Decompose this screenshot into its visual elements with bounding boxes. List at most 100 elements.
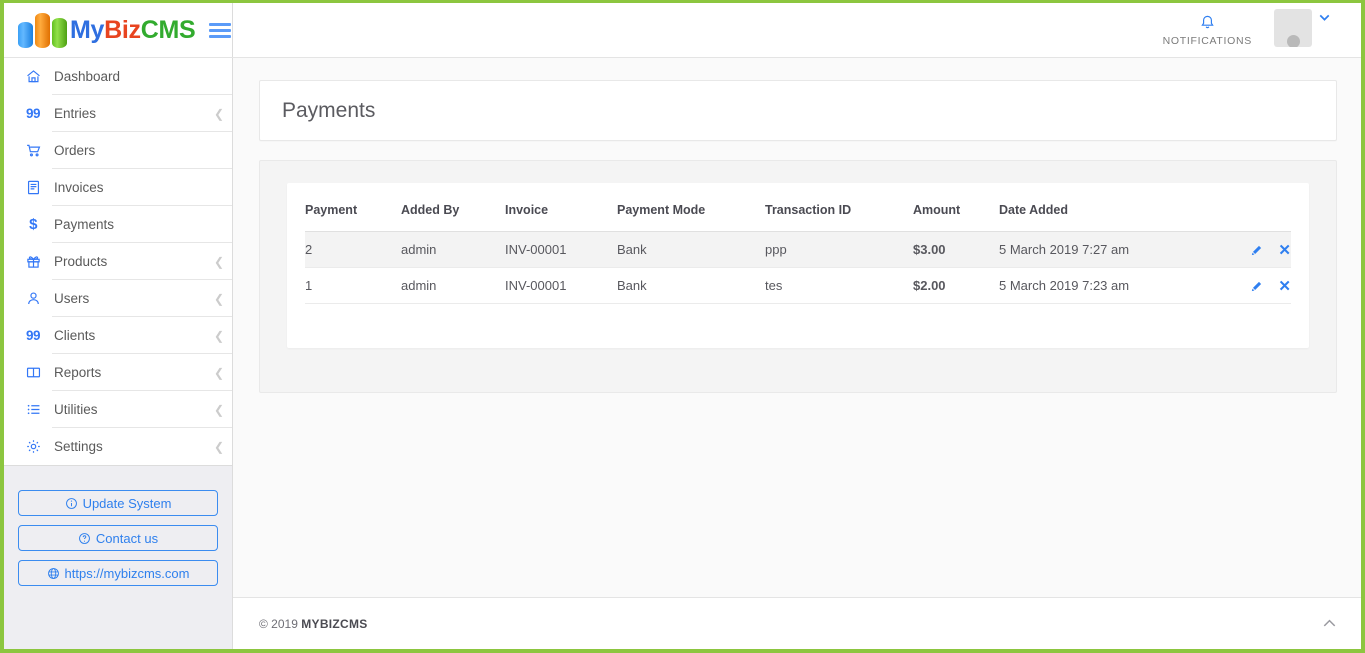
- brand-logo-text[interactable]: MyBizCMS: [70, 15, 196, 45]
- cell-amount: $2.00: [913, 278, 946, 293]
- sidebar-item-label: Clients: [54, 328, 96, 343]
- user-icon: [14, 290, 52, 307]
- sidebar-item-invoices[interactable]: Invoices: [4, 169, 232, 206]
- sidebar-item-dashboard[interactable]: Dashboard: [4, 58, 232, 95]
- contact-us-button[interactable]: Contact us: [18, 525, 218, 551]
- close-x-icon[interactable]: ✕: [1278, 279, 1291, 294]
- sidebar-item-label: Settings: [54, 439, 103, 454]
- body-row: Dashboard 99 Entries ❮ Orders Invoices $…: [4, 58, 1361, 649]
- column-header-actions: [1221, 203, 1291, 232]
- gear-icon: [14, 438, 52, 455]
- sidebar-item-label: Reports: [54, 365, 102, 380]
- sidebar-item-label: Invoices: [54, 180, 104, 195]
- payments-table: Payment Added By Invoice Payment Mode Tr…: [305, 203, 1291, 304]
- sidebar-item-reports[interactable]: Reports ❮: [4, 354, 232, 391]
- chevron-up-icon: [1320, 614, 1339, 633]
- sidebar-item-label: Entries: [54, 106, 97, 121]
- dollar-icon-glyph: $: [29, 216, 37, 233]
- dollar-icon: $: [14, 216, 52, 233]
- copyright-brand: MYBIZCMS: [301, 616, 368, 631]
- book-icon: [14, 364, 52, 381]
- chevron-left-icon[interactable]: ❮: [206, 403, 232, 417]
- sidebar-item-orders[interactable]: Orders: [4, 132, 232, 169]
- top-bar: MyBizCMS NOTIFICATIONS: [4, 3, 1361, 58]
- list-icon: [14, 401, 52, 418]
- cell-payment-id[interactable]: 1: [305, 268, 401, 304]
- sidebar-item-label: Payments: [54, 217, 115, 232]
- hamburger-icon[interactable]: [209, 22, 232, 38]
- notifications-button[interactable]: NOTIFICATIONS: [1163, 14, 1252, 47]
- app-window: MyBizCMS NOTIFICATIONS Dashboard 99 Entr…: [0, 0, 1365, 653]
- sidebar-item-payments[interactable]: $ Payments: [4, 206, 232, 243]
- chevron-left-icon[interactable]: ❮: [206, 255, 232, 269]
- table-head: Payment Added By Invoice Payment Mode Tr…: [305, 203, 1291, 232]
- cell-amount: $3.00: [913, 242, 946, 257]
- contact-us-label: Contact us: [95, 530, 159, 546]
- content-area: Payments Payment Added By Invoice Paymen…: [233, 58, 1361, 597]
- gift-icon: [14, 253, 52, 270]
- sidebar-item-entries[interactable]: 99 Entries ❮: [4, 95, 232, 132]
- brand-zone: MyBizCMS: [4, 3, 233, 57]
- website-link-button[interactable]: https://mybizcms.com: [18, 560, 218, 586]
- sidebar-item-label: Users: [54, 291, 90, 306]
- pencil-icon[interactable]: [1250, 280, 1263, 293]
- sidebar-item-settings[interactable]: Settings ❮: [4, 428, 232, 465]
- globe-icon: [47, 567, 60, 580]
- chevron-left-icon[interactable]: ❮: [206, 329, 232, 343]
- sidebar-item-utilities[interactable]: Utilities ❮: [4, 391, 232, 428]
- update-system-button[interactable]: Update System: [18, 490, 218, 516]
- close-x-icon[interactable]: ✕: [1278, 243, 1291, 258]
- table-row[interactable]: 2 admin INV-00001 Bank ppp $3.00 5 March…: [305, 231, 1291, 268]
- cell-actions: ✕: [1221, 268, 1291, 304]
- chevron-left-icon[interactable]: ❮: [206, 292, 232, 306]
- cell-payment-mode: Bank: [617, 278, 647, 293]
- chevron-left-icon[interactable]: ❮: [206, 440, 232, 454]
- sidebar-item-clients[interactable]: 99 Clients ❮: [4, 317, 232, 354]
- payments-table-card: Payment Added By Invoice Payment Mode Tr…: [287, 183, 1309, 348]
- chevron-left-icon[interactable]: ❮: [206, 107, 232, 121]
- cell-actions: ✕: [1221, 232, 1291, 268]
- update-system-label: Update System: [82, 495, 172, 511]
- cell-payment-id[interactable]: 2: [305, 232, 401, 268]
- website-link-label: https://mybizcms.com: [64, 565, 190, 581]
- page-title-card: Payments: [259, 80, 1337, 141]
- info-circle-icon: [65, 497, 78, 510]
- bar-chart-logo-icon: [18, 12, 67, 48]
- sidebar-footer: Update System Contact us https://mybizcm…: [4, 466, 232, 649]
- cell-invoice[interactable]: INV-00001: [505, 232, 617, 268]
- bell-icon: [1199, 14, 1216, 32]
- sidebar-item-label: Orders: [54, 143, 96, 158]
- column-header-invoice: Invoice: [505, 203, 549, 217]
- cell-added-by: admin: [401, 278, 437, 293]
- sidebar-item-label: Utilities: [54, 402, 98, 417]
- content-column: Payments Payment Added By Invoice Paymen…: [233, 58, 1361, 649]
- scroll-to-top-button[interactable]: [1320, 614, 1339, 633]
- payments-panel: Payment Added By Invoice Payment Mode Tr…: [259, 160, 1337, 393]
- table-row[interactable]: 1 admin INV-00001 Bank tes $2.00 5 March…: [305, 268, 1291, 304]
- column-header-transaction-id: Transaction ID: [765, 203, 852, 217]
- copyright-prefix: © 2019: [259, 616, 302, 631]
- cell-transaction-id: ppp: [765, 242, 787, 257]
- user-menu[interactable]: [1274, 9, 1333, 51]
- number-icon: 99: [14, 106, 52, 121]
- brand-cms: CMS: [140, 15, 196, 44]
- chevron-left-icon[interactable]: ❮: [206, 366, 232, 380]
- table-header-row: Payment Added By Invoice Payment Mode Tr…: [305, 203, 1291, 232]
- cell-invoice[interactable]: INV-00001: [505, 268, 617, 304]
- brand-my: My: [70, 15, 105, 44]
- number-icon: 99: [14, 328, 52, 343]
- cell-date-added: 5 March 2019 7:27 am: [999, 242, 1130, 257]
- table-body: 2 admin INV-00001 Bank ppp $3.00 5 March…: [305, 231, 1291, 304]
- home-icon: [14, 68, 52, 85]
- column-header-payment: Payment: [305, 203, 358, 217]
- sidebar: Dashboard 99 Entries ❮ Orders Invoices $…: [4, 58, 233, 649]
- sidebar-item-users[interactable]: Users ❮: [4, 280, 232, 317]
- column-header-added-by: Added By: [401, 203, 460, 217]
- page-title: Payments: [282, 98, 376, 122]
- pencil-icon[interactable]: [1250, 244, 1263, 257]
- question-circle-icon: [78, 532, 91, 545]
- cart-icon: [14, 142, 52, 159]
- chevron-down-icon[interactable]: [1316, 9, 1333, 26]
- sidebar-item-products[interactable]: Products ❮: [4, 243, 232, 280]
- number-icon-glyph: 99: [25, 106, 41, 121]
